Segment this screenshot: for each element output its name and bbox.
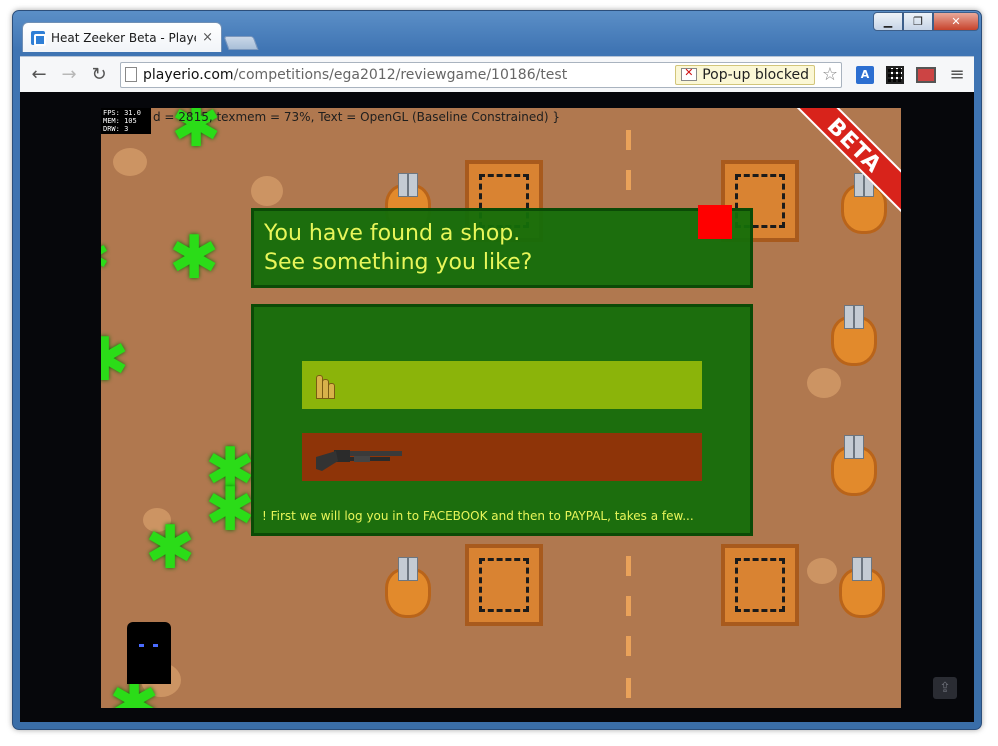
rock xyxy=(807,558,837,584)
url-text[interactable]: playerio.com/competitions/ega2012/review… xyxy=(143,67,567,83)
reload-button[interactable]: ↻ xyxy=(86,62,112,88)
palm-tree: ✱ xyxy=(101,236,110,280)
page-icon xyxy=(125,67,137,82)
shop-panel: ! First we will log you in to FACEBOOK a… xyxy=(251,304,753,536)
crate xyxy=(721,544,799,626)
tab-close-icon[interactable]: × xyxy=(202,30,213,45)
screen-capture-icon[interactable] xyxy=(916,66,936,83)
shop-title-line1: You have found a shop. xyxy=(264,221,521,246)
chrome-menu-icon[interactable]: ≡ xyxy=(946,64,968,86)
tab-title: Heat Zeeker Beta - PlayerJ xyxy=(51,30,197,45)
road-dash xyxy=(626,556,631,576)
road-dash xyxy=(626,130,631,150)
popup-blocked-indicator[interactable]: Pop-up blocked xyxy=(675,64,815,85)
shop-item-shotgun[interactable] xyxy=(302,433,702,481)
url-path: /competitions/ega2012/reviewgame/10186/t… xyxy=(233,66,568,83)
window-controls: ▁ ❐ ✕ xyxy=(873,12,979,31)
forward-button[interactable]: → xyxy=(56,62,82,88)
road-dash xyxy=(626,678,631,698)
url-host: playerio.com xyxy=(143,66,234,83)
crate xyxy=(465,544,543,626)
palm-tree: ✱ xyxy=(101,325,130,395)
turret xyxy=(831,435,877,496)
browser-tab[interactable]: Heat Zeeker Beta - PlayerJ × xyxy=(22,22,222,52)
rock xyxy=(251,176,283,206)
road-dash xyxy=(626,636,631,656)
page-viewport: ✱ ✱ ✱ ✱ ✱ ✱ ✱ ✱ d = 2815, texmem = 73%, … xyxy=(20,92,974,722)
bookmark-star-icon[interactable]: ☆ xyxy=(822,64,838,85)
palm-tree: ✱ xyxy=(145,513,196,583)
translate-icon[interactable]: A xyxy=(856,65,874,84)
rock xyxy=(113,148,147,176)
address-bar[interactable]: playerio.com/competitions/ega2012/review… xyxy=(120,61,842,88)
shop-header: You have found a shop. See something you… xyxy=(251,205,753,288)
palm-tree: ✱ xyxy=(205,475,256,545)
turret xyxy=(839,557,885,618)
shop-item-ammo[interactable] xyxy=(302,361,702,409)
minimize-button[interactable]: ▁ xyxy=(873,12,903,31)
ammo-icon xyxy=(316,369,346,401)
shotgun-icon xyxy=(316,450,402,471)
game-canvas[interactable]: ✱ ✱ ✱ ✱ ✱ ✱ ✱ ✱ d = 2815, texmem = 73%, … xyxy=(101,108,901,708)
maximize-button[interactable]: ❐ xyxy=(903,12,933,31)
shop-login-note: ! First we will log you in to FACEBOOK a… xyxy=(262,509,694,523)
share-icon[interactable]: ⇪ xyxy=(933,677,957,699)
shop-close-button[interactable] xyxy=(698,205,732,239)
back-button[interactable]: ← xyxy=(26,62,52,88)
enemy-silhouette xyxy=(127,622,171,684)
popup-blocked-label: Pop-up blocked xyxy=(702,66,809,83)
new-tab-button[interactable] xyxy=(223,36,259,50)
road-dash xyxy=(626,170,631,190)
popup-blocked-icon xyxy=(681,66,698,81)
playerio-favicon-icon xyxy=(31,30,46,46)
draw-readout: DRW: 3 xyxy=(103,125,129,133)
browser-toolbar: ← → ↻ playerio.com/competitions/ega2012/… xyxy=(20,56,974,92)
turret xyxy=(831,305,877,366)
shop-title-line2: See something you like? xyxy=(264,250,533,275)
close-window-button[interactable]: ✕ xyxy=(933,12,979,31)
palm-tree: ✱ xyxy=(169,223,220,293)
fps-readout: FPS: 31.0 xyxy=(103,109,141,117)
qr-code-icon[interactable] xyxy=(886,65,904,84)
debug-text: d = 2815, texmem = 73%, Text = OpenGL (B… xyxy=(153,110,561,124)
turret xyxy=(385,557,431,618)
road-dash xyxy=(626,596,631,616)
stats-overlay: FPS: 31.0 MEM: 105 DRW: 3 xyxy=(101,108,151,134)
mem-readout: MEM: 105 xyxy=(103,117,137,125)
rock xyxy=(807,368,841,398)
